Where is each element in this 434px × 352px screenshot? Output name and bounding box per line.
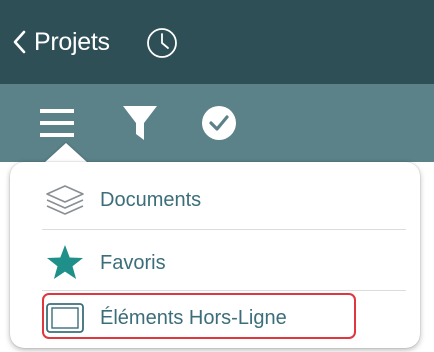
menu-item-label: Favoris [100,251,166,274]
menu-icon[interactable] [40,107,74,139]
back-button[interactable]: Projets [10,24,110,60]
menu-item-documents[interactable]: Documents [42,174,406,226]
check-circle-icon[interactable] [200,104,238,142]
clock-icon[interactable] [145,26,179,60]
layers-icon [42,177,88,223]
divider [42,229,406,230]
chevron-left-icon [13,30,26,54]
back-label: Projets [34,27,110,56]
menu-item-label: Éléments Hors-Ligne [100,306,287,329]
star-icon [42,240,88,286]
filter-icon[interactable] [122,104,158,142]
dropdown-caret [44,143,88,163]
divider [42,290,406,291]
title-bar: Projets [0,0,434,84]
menu-item-favoris[interactable]: Favoris [42,237,406,289]
dropdown-menu: Documents Favoris Éléments Hors-Ligne [10,162,420,348]
offline-frame-icon [42,295,88,341]
menu-item-offline-elements[interactable]: Éléments Hors-Ligne [42,292,406,344]
menu-item-label: Documents [100,188,202,211]
